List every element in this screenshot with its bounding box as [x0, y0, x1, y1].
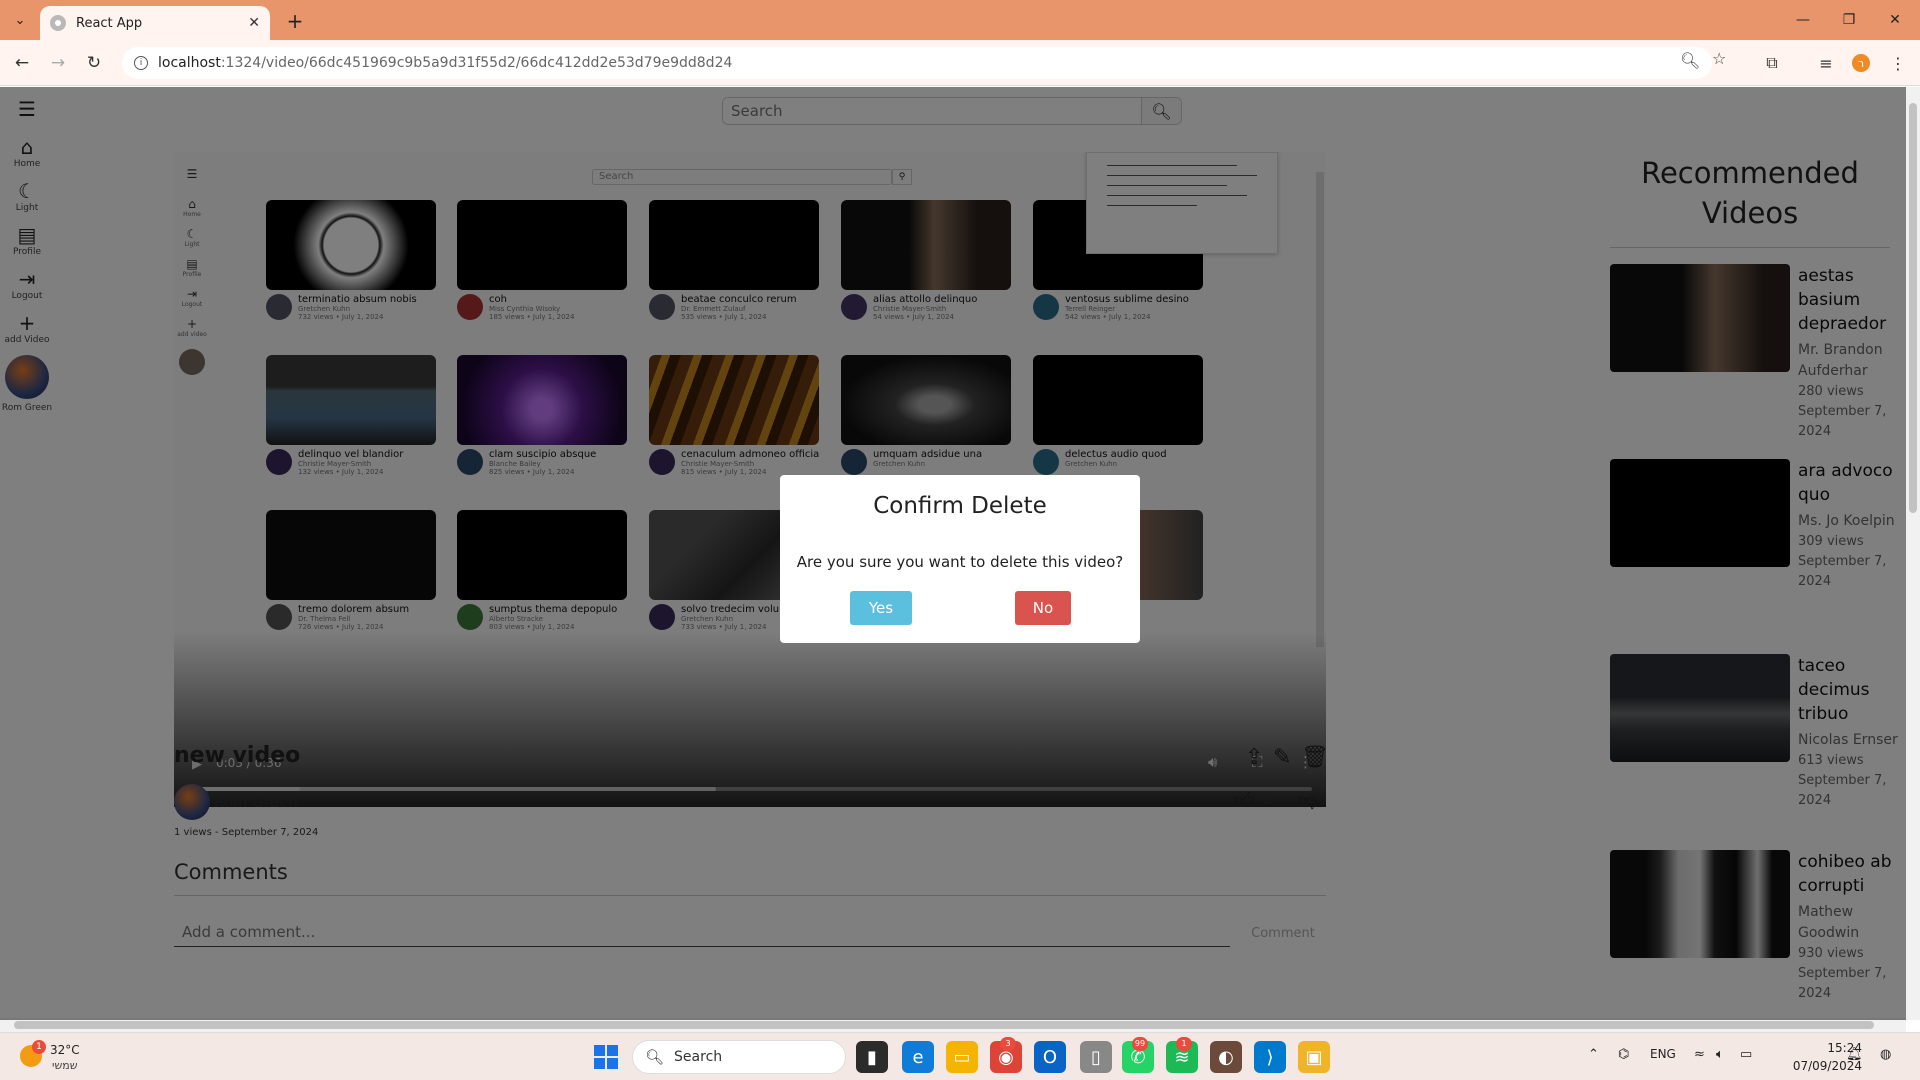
windows-taskbar: 1 32°C שמשי 🔍︎ Search ▮ e ▭ ◉ 3 O ▯ ✆ 99… [0, 1032, 1920, 1080]
restore-button[interactable]: ❐ [1826, 8, 1872, 32]
tray-overflow-icon[interactable]: ⌃ [1588, 1047, 1599, 1062]
weather-desc[interactable]: שמשי [52, 1059, 78, 1072]
taskbar-search-label: Search [674, 1049, 723, 1065]
dialog-title: Confirm Delete [873, 493, 1047, 519]
media-controls-icon[interactable]: ≡ [1814, 51, 1838, 75]
battery-icon[interactable]: ▭ [1740, 1047, 1752, 1062]
forward-icon[interactable]: → [46, 51, 70, 75]
outlook-icon[interactable]: O [1034, 1041, 1066, 1073]
notification-bell-icon[interactable]: 🔔︎ [1846, 1047, 1863, 1062]
tab-title: React App [76, 15, 143, 31]
task-view-icon[interactable]: ▮ [856, 1041, 888, 1073]
weather-badge: 1 [32, 1040, 46, 1054]
tab-search-button[interactable]: ⌄ [8, 8, 32, 32]
edge-icon[interactable]: e [902, 1041, 934, 1073]
back-icon[interactable]: ← [10, 51, 34, 75]
browser-toolbar: ← → ↻ i localhost:1324/video/66dc451969c… [0, 40, 1920, 86]
horizontal-scrollbar[interactable] [0, 1018, 1906, 1032]
extensions-icon[interactable]: ⧉ [1760, 51, 1784, 75]
network-status-icon[interactable]: ⌬ [1618, 1047, 1629, 1062]
bookmark-star-icon[interactable]: ☆ [1712, 49, 1726, 68]
notes-icon[interactable]: ▯ [1080, 1041, 1112, 1073]
address-bar[interactable]: i localhost:1324/video/66dc451969c9b5a9d… [122, 47, 1712, 79]
browser-tab[interactable]: React App ✕ [40, 6, 270, 40]
reload-icon[interactable]: ↻ [82, 51, 106, 75]
confirm-no-button[interactable]: No [1015, 591, 1071, 625]
close-window-button[interactable]: ✕ [1872, 8, 1918, 32]
language-indicator[interactable]: ENG [1650, 1047, 1676, 1061]
speaker-icon[interactable]: 🔈︎ [1716, 1047, 1724, 1062]
profile-avatar[interactable]: ר [1852, 54, 1870, 72]
taskbar-search[interactable]: 🔍︎ Search [632, 1040, 846, 1074]
url-path: :1324/video/66dc451969c9b5a9d31f55d2/66d… [220, 55, 733, 71]
scrollbar-thumb[interactable] [1909, 103, 1917, 513]
search-icon: 🔍︎ [645, 1048, 665, 1066]
spotify-badge: 1 [1176, 1037, 1192, 1051]
vscode-icon[interactable]: ⟩ [1254, 1041, 1286, 1073]
whatsapp-badge: 99 [1132, 1037, 1148, 1051]
chrome-menu-icon[interactable]: ⋮ [1886, 51, 1910, 75]
folder-app-icon[interactable]: ▣ [1298, 1041, 1330, 1073]
confirm-yes-button[interactable]: Yes [850, 591, 912, 625]
copilot-icon[interactable]: ◍ [1880, 1047, 1891, 1062]
chrome-badge: 3 [1000, 1037, 1016, 1051]
site-info-icon[interactable]: i [134, 56, 148, 70]
dialog-message: Are you sure you want to delete this vid… [796, 553, 1124, 571]
start-button[interactable] [594, 1045, 618, 1069]
new-tab-button[interactable]: + [282, 8, 308, 34]
confirm-delete-dialog: Confirm Delete Are you sure you want to … [780, 475, 1140, 643]
wifi-icon[interactable]: ≈ [1694, 1047, 1705, 1062]
file-explorer-icon[interactable]: ▭ [946, 1041, 978, 1073]
react-favicon-icon [50, 15, 66, 31]
vertical-scrollbar[interactable] [1906, 87, 1920, 1020]
app-icon[interactable]: ◐ [1210, 1041, 1242, 1073]
scrollbar-thumb[interactable] [14, 1021, 1874, 1029]
minimize-button[interactable]: — [1780, 8, 1826, 32]
zoom-icon[interactable]: 🔍︎ [1680, 51, 1700, 70]
weather-temp[interactable]: 32°C [50, 1043, 80, 1057]
close-tab-icon[interactable]: ✕ [248, 15, 260, 31]
url-host: localhost [158, 55, 221, 71]
browser-tab-bar: ⌄ React App ✕ + — ❐ ✕ [0, 0, 1920, 40]
